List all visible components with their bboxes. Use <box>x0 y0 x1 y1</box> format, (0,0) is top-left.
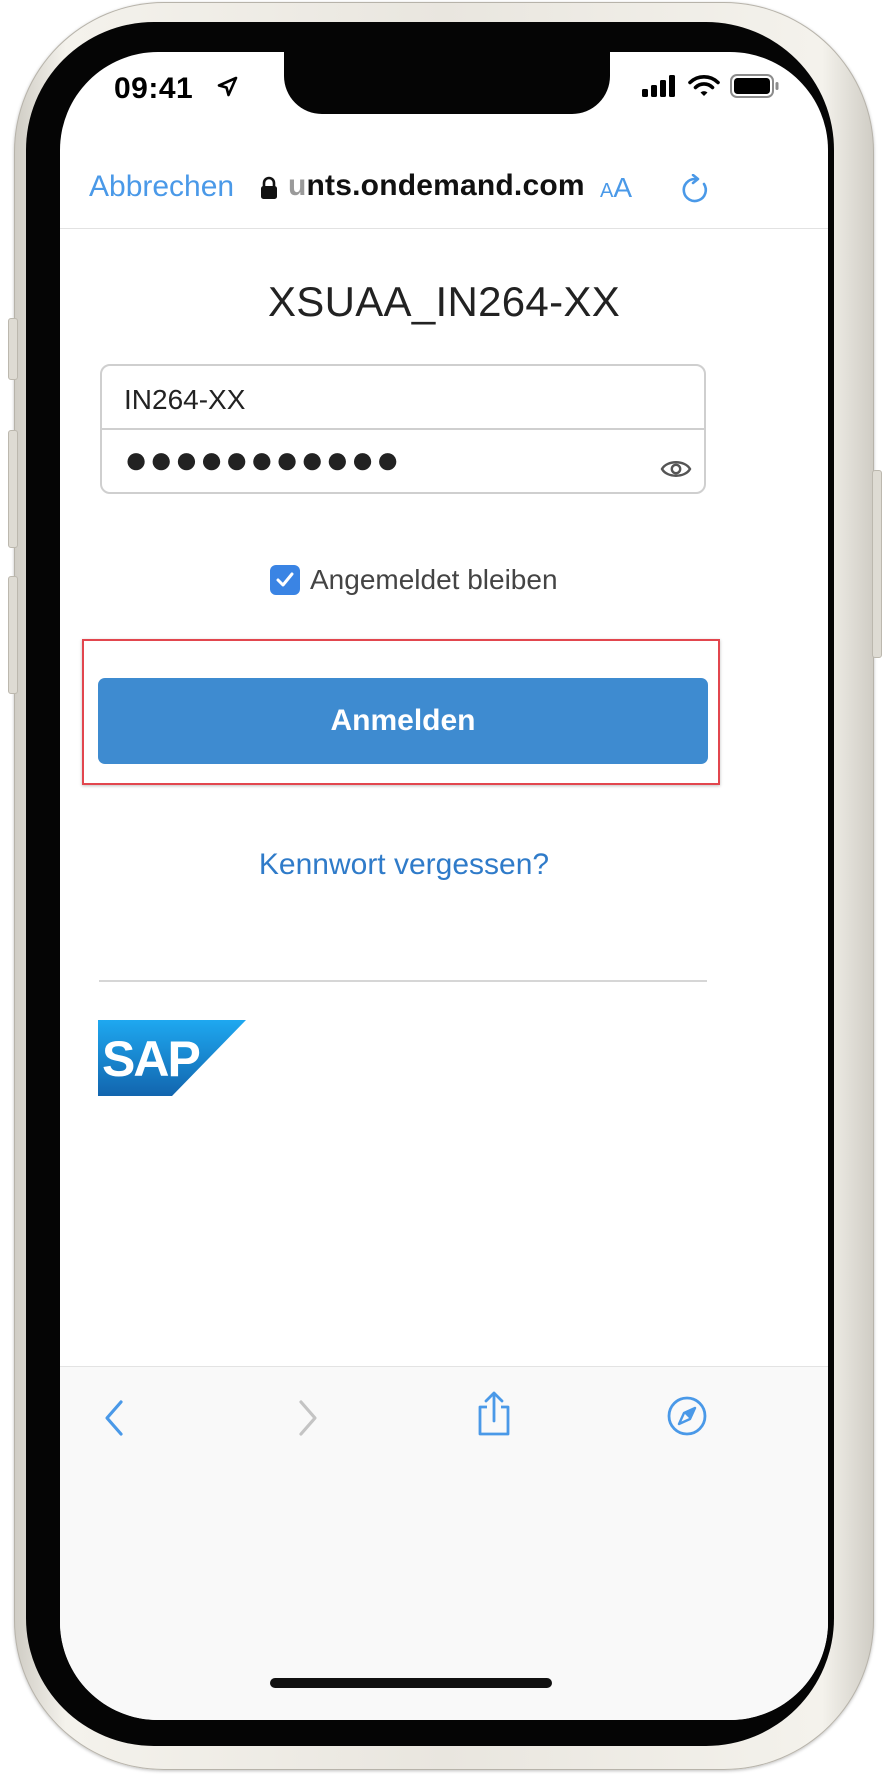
screen: 09:41 Abbrechen unts.ondemand.com AA XSU… <box>60 52 828 1720</box>
power-button <box>872 470 882 658</box>
status-time: 09:41 <box>114 72 194 105</box>
remember-me[interactable]: Angemeldet bleiben <box>270 562 558 598</box>
svg-text:SAP: SAP <box>102 1031 199 1087</box>
password-field[interactable]: ●●●●●●●●●●● <box>102 430 704 492</box>
login-title: XSUAA_IN264-XX <box>267 278 621 325</box>
browser-toolbar <box>60 1366 828 1720</box>
mute-switch <box>8 318 18 380</box>
login-button[interactable]: Anmelden <box>98 678 708 764</box>
cellular-signal-icon <box>642 75 678 102</box>
forgot-password-link[interactable]: Kennwort vergessen? <box>60 848 748 882</box>
battery-icon <box>730 74 780 103</box>
compass-icon[interactable] <box>666 1395 708 1442</box>
volume-up-button <box>8 430 18 548</box>
notch <box>284 52 610 114</box>
divider <box>99 980 707 982</box>
sap-logo: SAP <box>98 1020 246 1101</box>
share-icon[interactable] <box>474 1391 514 1442</box>
browser-url-bar: Abbrechen unts.ondemand.com AA <box>60 152 828 229</box>
cancel-button[interactable]: Abbrechen <box>89 170 234 204</box>
url-faded-prefix: u <box>288 169 307 202</box>
back-icon[interactable] <box>102 1399 126 1442</box>
lock-icon <box>260 176 278 205</box>
forward-icon[interactable] <box>296 1399 320 1442</box>
password-value: ●●●●●●●●●●● <box>124 438 401 482</box>
username-field[interactable]: IN264-XX <box>102 366 704 430</box>
checkmark-icon <box>276 572 294 587</box>
wifi-icon <box>688 74 720 103</box>
credentials-fields: IN264-XX ●●●●●●●●●●● <box>100 364 706 494</box>
remember-checkbox[interactable] <box>270 565 300 595</box>
url-text[interactable]: unts.ondemand.com <box>288 169 585 203</box>
eye-icon[interactable] <box>660 446 692 491</box>
status-icons <box>642 74 780 103</box>
text-size-small-a: A <box>600 180 614 202</box>
text-size-button[interactable]: AA <box>600 172 632 204</box>
volume-down-button <box>8 576 18 694</box>
remember-label: Angemeldet bleiben <box>310 564 558 595</box>
url-domain: nts.ondemand.com <box>306 169 585 202</box>
text-size-big-a: A <box>613 172 633 203</box>
location-arrow-icon <box>216 76 238 103</box>
reload-icon[interactable] <box>680 173 710 211</box>
home-indicator <box>270 1678 552 1688</box>
